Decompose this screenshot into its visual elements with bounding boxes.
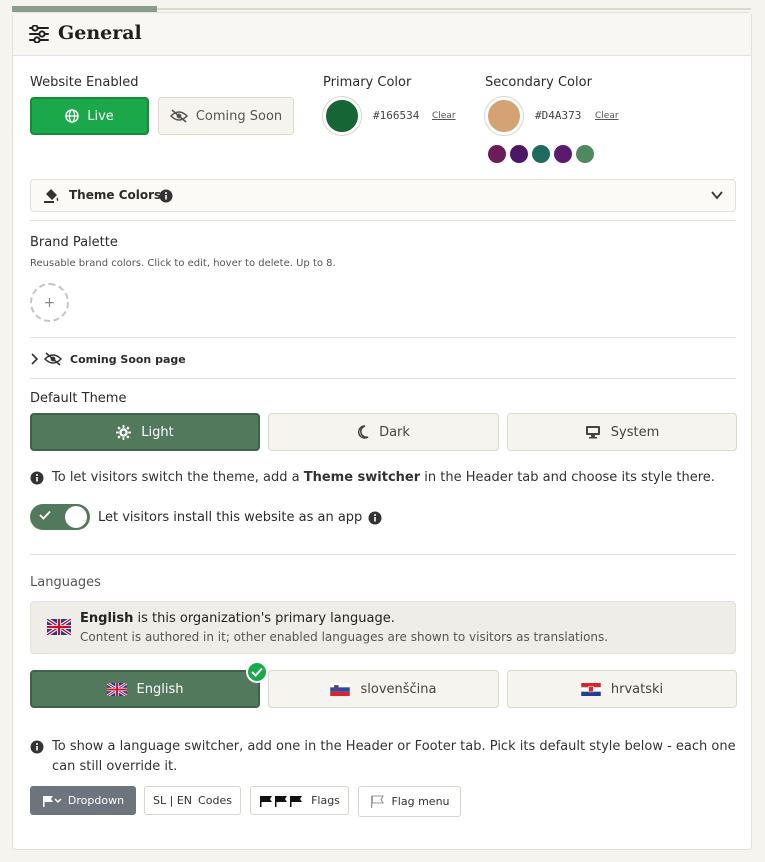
flag-outline-icon bbox=[371, 794, 385, 808]
theme-dark-button[interactable]: Dark bbox=[268, 413, 499, 451]
preset-color-dot[interactable] bbox=[554, 145, 572, 163]
theme-system-label: System bbox=[610, 424, 660, 440]
theme-info-text-before: To let visitors switch the theme, add a bbox=[52, 470, 304, 485]
panel-header: General bbox=[13, 13, 751, 56]
style-dropdown-label: Dropdown bbox=[67, 794, 125, 807]
secondary-color-swatch[interactable] bbox=[485, 97, 523, 135]
general-settings-panel: General Website Enabled Live Coming Soon… bbox=[12, 12, 752, 850]
primary-color-swatch[interactable] bbox=[323, 97, 361, 135]
info-icon[interactable] bbox=[159, 189, 173, 203]
chevron-down-icon bbox=[711, 191, 723, 200]
live-button[interactable]: Live bbox=[30, 97, 149, 135]
primary-language-text: English is this organization's primary l… bbox=[80, 611, 395, 626]
theme-dark-label: Dark bbox=[379, 424, 410, 440]
theme-light-button[interactable]: Light bbox=[30, 413, 260, 451]
live-label: Live bbox=[87, 108, 114, 124]
style-flags-label: Flags bbox=[311, 794, 340, 807]
uk-flag-icon bbox=[106, 682, 127, 696]
style-flag-menu-button[interactable]: Flag menu bbox=[358, 786, 461, 817]
theme-colors-accordion[interactable]: Theme Colors bbox=[30, 179, 736, 212]
preset-color-dot[interactable] bbox=[576, 145, 594, 163]
primary-color-hex: #166534 bbox=[373, 109, 420, 122]
paint-bucket-icon bbox=[44, 189, 59, 203]
primary-language-subtext: Content is authored in it; other enabled… bbox=[80, 630, 609, 644]
eye-slash-icon bbox=[44, 352, 62, 366]
chevron-right-icon bbox=[31, 353, 38, 365]
toggle-knob bbox=[65, 506, 87, 528]
website-enabled-label: Website Enabled bbox=[30, 75, 139, 90]
language-croatian-label: hrvatski bbox=[610, 681, 664, 697]
primary-clear-link[interactable]: Clear bbox=[432, 111, 456, 121]
secondary-color-hex: #D4A373 bbox=[535, 109, 582, 122]
info-icon bbox=[30, 471, 44, 484]
secondary-color-label: Secondary Color bbox=[485, 75, 592, 90]
coming-soon-label: Coming Soon bbox=[195, 108, 283, 124]
gear-sun-icon bbox=[116, 424, 132, 440]
page-title: General bbox=[58, 22, 142, 44]
monitor-icon bbox=[585, 426, 600, 439]
sliders-icon bbox=[29, 25, 49, 43]
preset-color-dot[interactable] bbox=[510, 145, 528, 163]
flags-icon bbox=[260, 795, 303, 807]
language-english-button[interactable]: English bbox=[30, 670, 260, 708]
preset-color-dot[interactable] bbox=[532, 145, 550, 163]
language-english-label: English bbox=[136, 681, 184, 697]
coming-soon-button[interactable]: Coming Soon bbox=[158, 97, 294, 135]
divider bbox=[30, 220, 736, 221]
theme-colors-label: Theme Colors bbox=[69, 188, 162, 202]
check-icon bbox=[251, 667, 263, 677]
divider bbox=[30, 378, 736, 379]
tab-strip bbox=[0, 0, 765, 12]
theme-switcher-bold: Theme switcher bbox=[303, 470, 421, 485]
default-theme-label: Default Theme bbox=[30, 391, 127, 406]
install-app-toggle[interactable] bbox=[30, 504, 90, 530]
theme-system-button[interactable]: System bbox=[507, 413, 737, 451]
divider bbox=[30, 337, 736, 338]
croatia-flag-icon bbox=[581, 682, 601, 696]
primary-language-bold: English bbox=[80, 611, 134, 626]
primary-language-notice: English is this organization's primary l… bbox=[30, 601, 736, 654]
check-icon bbox=[39, 510, 51, 520]
globe-icon bbox=[65, 109, 79, 123]
flag-dropdown-icon bbox=[42, 795, 62, 807]
language-switcher-info-text: To show a language switcher, add one in … bbox=[52, 739, 736, 774]
slovenia-flag-icon bbox=[330, 682, 351, 696]
coming-soon-page-label: Coming Soon page bbox=[70, 352, 186, 366]
tab-strip-line bbox=[157, 8, 751, 10]
info-icon[interactable] bbox=[368, 511, 382, 525]
languages-label: Languages bbox=[30, 575, 101, 590]
divider bbox=[30, 554, 736, 555]
brand-palette-label: Brand Palette bbox=[30, 235, 118, 250]
brand-palette-hint: Reusable brand colors. Click to edit, ho… bbox=[30, 258, 336, 269]
language-slovenian-label: slovenščina bbox=[360, 681, 437, 697]
add-brand-color-button[interactable]: + bbox=[30, 283, 69, 322]
theme-light-label: Light bbox=[141, 424, 174, 440]
theme-switcher-info: To let visitors switch the theme, add a … bbox=[30, 470, 715, 485]
style-flags-button[interactable]: Flags bbox=[250, 786, 349, 815]
install-app-label: Let visitors install this website as an … bbox=[98, 510, 363, 525]
language-slovenian-button[interactable]: slovenščina bbox=[268, 670, 499, 708]
language-switcher-info: To show a language switcher, add one in … bbox=[30, 737, 740, 777]
primary-language-rest: is this organization's primary language. bbox=[133, 611, 395, 626]
coming-soon-page-toggle[interactable]: Coming Soon page bbox=[30, 349, 330, 369]
plus-icon: + bbox=[43, 294, 56, 311]
secondary-clear-link[interactable]: Clear bbox=[595, 111, 619, 121]
style-dropdown-button[interactable]: Dropdown bbox=[30, 786, 136, 815]
moon-icon bbox=[358, 425, 369, 439]
language-croatian-button[interactable]: hrvatski bbox=[507, 670, 737, 708]
codes-sample: SL | EN bbox=[153, 794, 193, 807]
uk-flag-icon bbox=[47, 619, 71, 635]
preset-color-dot[interactable] bbox=[488, 145, 506, 163]
style-flag-menu-label: Flag menu bbox=[391, 795, 450, 808]
style-codes-button[interactable]: SL | EN Codes bbox=[144, 786, 241, 815]
primary-check-badge bbox=[246, 661, 268, 683]
info-icon bbox=[30, 740, 44, 754]
eye-slash-icon bbox=[169, 109, 188, 123]
primary-color-label: Primary Color bbox=[323, 75, 412, 90]
style-codes-label: Codes bbox=[198, 794, 232, 807]
theme-info-text-after: in the Header tab and choose its style t… bbox=[420, 470, 715, 485]
